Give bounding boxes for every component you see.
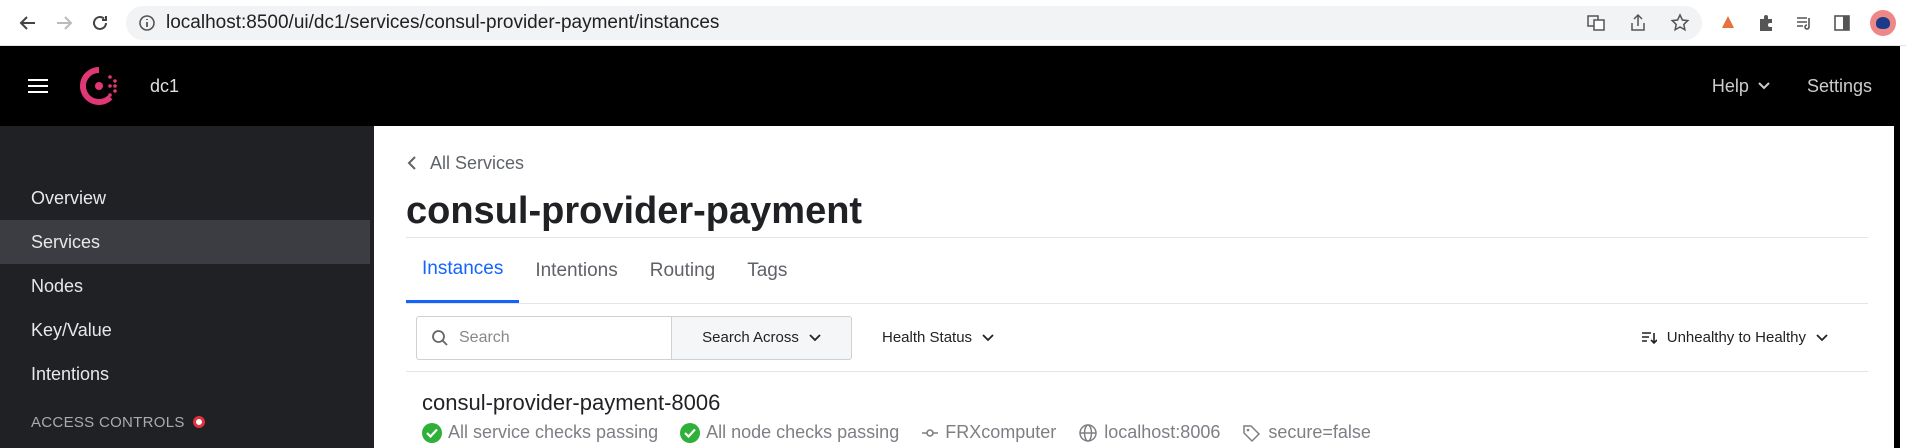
main-content: All Services consul-provider-payment Ins…: [374, 126, 1900, 448]
app-header: dc1 Help Settings: [0, 46, 1900, 126]
forward-button[interactable]: [46, 5, 82, 41]
breadcrumb[interactable]: All Services: [406, 126, 1868, 178]
info-icon[interactable]: [138, 14, 156, 32]
instance-name[interactable]: consul-provider-payment-8006: [422, 390, 1868, 416]
window-edge: [1894, 126, 1900, 448]
sidebar: Overview Services Nodes Key/Value Intent…: [0, 126, 374, 448]
node-name: FRXcomputer: [921, 422, 1056, 443]
health-status-dropdown[interactable]: Health Status: [882, 329, 994, 346]
status-dot-icon: [192, 416, 205, 428]
media-icon[interactable]: [1794, 13, 1814, 33]
sidebar-item-services[interactable]: Services: [0, 220, 370, 264]
sidebar-item-nodes[interactable]: Nodes: [0, 264, 374, 308]
tab-intentions[interactable]: Intentions: [519, 238, 633, 303]
check-circle-icon: [680, 422, 701, 443]
sidebar-item-label: Key/Value: [31, 319, 112, 340]
page-title: consul-provider-payment: [406, 190, 1868, 238]
sidebar-item-label: Intentions: [31, 363, 110, 384]
search-placeholder: Search: [459, 328, 510, 346]
reload-icon: [93, 15, 107, 30]
consul-logo[interactable]: [78, 65, 120, 107]
share-icon[interactable]: [1628, 13, 1648, 33]
tag-icon: [1243, 424, 1261, 442]
filter-toolbar: Search Search Across Health Status Unhea…: [406, 304, 1868, 372]
menu-icon[interactable]: [28, 79, 48, 93]
sidebar-item-intentions[interactable]: Intentions: [0, 352, 374, 396]
health-status-label: Health Status: [882, 329, 973, 346]
translate-icon[interactable]: [1586, 13, 1606, 33]
tab-routing[interactable]: Routing: [634, 238, 732, 303]
node-label: FRXcomputer: [945, 422, 1057, 442]
profile-avatar[interactable]: [1870, 9, 1896, 36]
chevron-down-icon: [809, 333, 821, 341]
check-circle-icon: [422, 422, 442, 443]
tab-instances[interactable]: Instances: [406, 238, 520, 303]
chevron-down-icon: [1816, 333, 1828, 341]
extension-icon[interactable]: [1718, 13, 1738, 33]
browser-toolbar: localhost:8500/ui/dc1/services/consul-pr…: [0, 0, 1906, 46]
chevron-down-icon: [982, 333, 994, 341]
search-input[interactable]: Search: [416, 315, 672, 360]
search-across-label: Search Across: [702, 329, 799, 346]
sort-icon: [1641, 331, 1657, 344]
service-checks-label: All service checks passing: [448, 422, 659, 442]
reload-button[interactable]: [82, 5, 118, 41]
tab-bar: Instances Intentions Routing Tags: [406, 238, 1868, 304]
help-label: Help: [1711, 75, 1749, 96]
url-text[interactable]: localhost:8500/ui/dc1/services/consul-pr…: [166, 12, 719, 34]
node-checks-status: All node checks passing: [680, 422, 899, 443]
sort-label: Unhealthy to Healthy: [1666, 329, 1806, 346]
node-checks-label: All node checks passing: [706, 422, 900, 442]
node-icon: [922, 428, 939, 437]
sidebar-item-label: Overview: [31, 187, 107, 208]
puzzle-icon[interactable]: [1756, 13, 1776, 33]
section-label: ACCESS CONTROLS: [31, 413, 185, 431]
instance-meta: All service checks passing All node chec…: [422, 422, 1868, 443]
back-button[interactable]: [10, 5, 46, 41]
tab-tags[interactable]: Tags: [731, 238, 803, 303]
address-label: localhost:8006: [1104, 422, 1221, 442]
tag-label: secure=false: [1268, 422, 1371, 442]
help-menu[interactable]: Help: [1712, 76, 1771, 97]
arrow-right-icon: [57, 15, 73, 30]
instance-address: localhost:8006: [1078, 422, 1220, 443]
access-controls-section: ACCESS CONTROLS: [0, 400, 374, 444]
service-checks-status: All service checks passing: [422, 422, 658, 443]
side-panel-icon[interactable]: [1832, 13, 1852, 33]
datacenter-label[interactable]: dc1: [150, 76, 179, 97]
sidebar-item-label: Services: [31, 231, 101, 252]
list-item[interactable]: consul-provider-payment-8006 All service…: [406, 372, 1868, 443]
instance-tag: secure=false: [1242, 422, 1371, 443]
globe-icon: [1079, 423, 1098, 442]
address-bar[interactable]: localhost:8500/ui/dc1/services/consul-pr…: [126, 5, 1702, 40]
breadcrumb-link[interactable]: All Services: [430, 153, 524, 174]
search-across-dropdown[interactable]: Search Across: [672, 315, 852, 360]
arrow-left-icon: [19, 15, 35, 30]
sidebar-item-overview[interactable]: Overview: [0, 176, 374, 220]
chevron-down-icon: [1758, 82, 1770, 90]
search-icon: [432, 329, 448, 346]
star-icon[interactable]: [1670, 12, 1690, 33]
chevron-left-icon: [407, 156, 416, 170]
settings-link[interactable]: Settings: [1807, 76, 1872, 97]
sort-dropdown[interactable]: Unhealthy to Healthy: [1641, 329, 1828, 346]
sidebar-item-key-value[interactable]: Key/Value: [0, 308, 374, 352]
sidebar-item-label: Nodes: [31, 275, 84, 296]
